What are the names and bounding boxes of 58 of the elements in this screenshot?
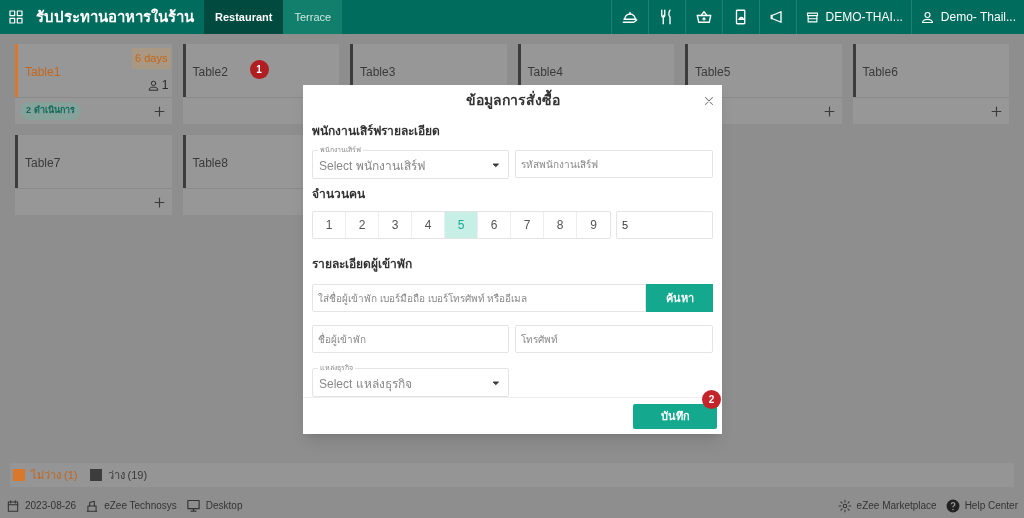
table-name: Table2 [192,64,228,81]
table-name: Table5 [695,64,731,81]
legend-label: ว่าง (19) [107,467,148,483]
add-icon[interactable] [821,103,837,119]
step-marker: 1 [249,60,269,79]
calendar-icon [6,498,20,513]
area-tab[interactable]: Restaurant [204,0,284,34]
section-heading: รายละเอียดผู้เข้าพัก [312,256,413,273]
pax-option[interactable]: 7 [511,212,544,238]
store-icon [804,9,820,25]
device-label: Desktop [205,499,243,513]
table-name: Table6 [862,64,898,81]
pax-option[interactable]: 8 [544,212,577,238]
input-field[interactable]: ใส่ชื่อผู้เข้าพัก เบอร์มือถือ เบอร์โทรศัพท์ หรืออีเมล [312,284,646,312]
table-card[interactable]: Table7 [15,135,172,215]
page-title: รับประทานอาหารในร้าน [36,6,194,27]
add-icon[interactable] [151,103,167,119]
pax-option[interactable]: 3 [379,212,412,238]
pax-option[interactable]: 1 [313,212,346,238]
user-icon [919,9,935,25]
table-name: Table3 [360,64,396,81]
company-label: eZee Technosys [104,499,177,513]
close-icon[interactable] [702,94,716,108]
property-button[interactable]: DEMO-THAI... [795,0,911,34]
input-field[interactable]: รหัสพนักงานเสิร์ฟ [515,150,713,178]
marketplace-link[interactable]: eZee Marketplace [856,498,937,513]
date-label: 2023-08-26 [25,499,77,513]
legend-label: ไม่ว่าง (1) [31,467,78,483]
help-icon[interactable] [945,498,960,513]
step-marker: 2 [702,390,721,409]
guest-icon [146,78,160,92]
pax-option[interactable]: 6 [478,212,511,238]
input-field[interactable]: 5 [616,211,713,239]
settings-icon [837,498,852,513]
search-button[interactable]: ค้นหา [646,284,713,312]
duration-badge: 6 days [132,48,171,69]
table-card[interactable]: Table1 6 days 1 2 ดำเนินการ [15,44,172,124]
apps-icon[interactable] [8,9,24,25]
pax-option[interactable]: 2 [346,212,379,238]
basket-icon[interactable] [694,8,713,26]
area-tab[interactable]: Terrace [283,0,343,34]
table-name: Table8 [192,155,228,172]
table-card[interactable]: Table6 [852,44,1009,124]
input-field[interactable]: โทรศัพท์ [515,325,713,353]
add-icon[interactable] [989,103,1004,119]
help-link[interactable]: Help Center [964,498,1018,513]
monitor-icon [185,498,201,513]
add-icon[interactable] [151,194,167,210]
hotel-icon [85,498,100,513]
save-button[interactable]: บันทึก [633,403,717,429]
table-name: Table1 [25,64,61,81]
status-badge: 2 ดำเนินการ [20,102,81,120]
user-button[interactable]: Demo- Thail... [910,0,1024,34]
input-field[interactable]: ชื่อผู้เข้าพัก [312,325,509,353]
table-name: Table7 [25,155,61,172]
guest-count: 1 [161,77,169,94]
pax-option[interactable]: 9 [577,212,610,238]
table-name: Table4 [527,64,563,81]
